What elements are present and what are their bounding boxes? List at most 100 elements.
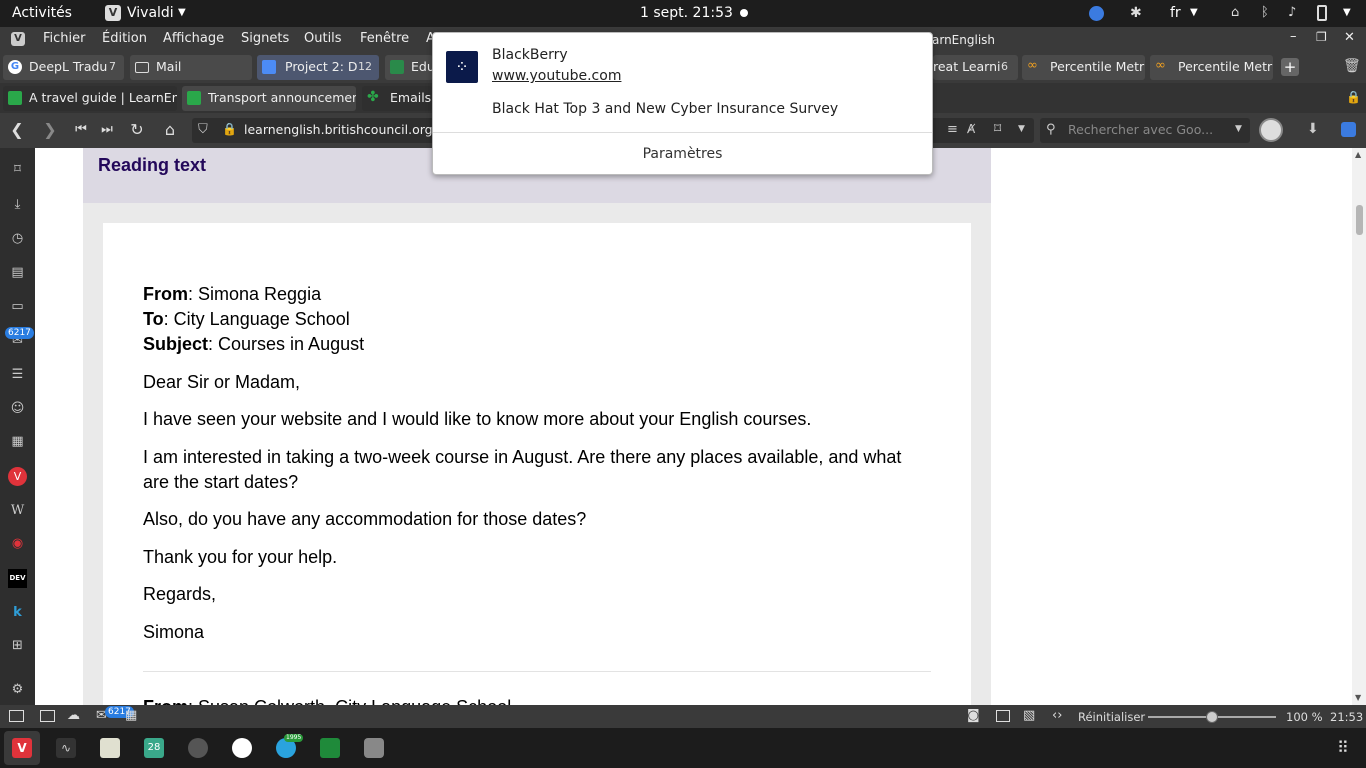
tab-label: Percentile Metric — [1050, 59, 1145, 74]
chevron-down-icon[interactable]: ▼ — [1235, 124, 1242, 134]
new-tab-button[interactable]: + — [1281, 58, 1299, 76]
dev-icon[interactable]: DEV — [8, 569, 27, 588]
window-icon[interactable] — [996, 710, 1010, 722]
translate-icon[interactable]: Ⱥ — [967, 122, 975, 136]
menu-edition[interactable]: Édition — [102, 31, 147, 46]
mail-icon — [135, 62, 149, 73]
tab-transport[interactable]: Transport announcements — [182, 86, 356, 111]
settings-gear-icon[interactable]: ⚙ — [8, 680, 27, 699]
menu-signets[interactable]: Signets — [241, 31, 289, 46]
lock-icon[interactable]: 🔒 — [222, 122, 237, 136]
tab-travel-guide[interactable]: A travel guide | LearnEnglis — [3, 86, 177, 111]
scroll-up-icon[interactable]: ▲ — [1355, 150, 1361, 159]
forward-icon[interactable]: ❯ — [41, 121, 59, 139]
clock-dock-icon[interactable] — [188, 738, 208, 758]
add-panel-icon[interactable]: ⊞ — [8, 636, 27, 655]
notification-popup[interactable]: ⁘ BlackBerry www.youtube.com Black Hat T… — [432, 32, 933, 175]
chevron-down-icon[interactable]: ▼ — [178, 7, 186, 18]
reload-icon[interactable]: ↻ — [128, 121, 146, 139]
menu-outils[interactable]: Outils — [304, 31, 342, 46]
mastodon-icon[interactable]: ◉ — [8, 534, 27, 553]
menu-fichier[interactable]: Fichier — [43, 31, 86, 46]
slack-dock-icon[interactable] — [232, 738, 252, 758]
panel-toggle-icon[interactable] — [9, 710, 24, 722]
download-icon[interactable]: ⬇ — [1307, 121, 1319, 137]
maximize-icon[interactable]: ❐ — [1316, 30, 1327, 44]
tab-deepl[interactable]: G DeepL Tradu 7 — [3, 55, 124, 80]
downloads-icon[interactable]: ⤓ — [8, 195, 27, 214]
volume-icon[interactable]: ♪ — [1288, 5, 1296, 20]
rewind-icon[interactable]: ⏮ — [72, 121, 90, 139]
window-panel-icon[interactable]: ▭ — [8, 297, 27, 316]
vivaldi-dock-icon[interactable]: V — [12, 738, 32, 758]
vivaldi-web-panel-icon[interactable]: V — [8, 467, 27, 486]
chevron-down-icon[interactable]: ▼ — [1018, 124, 1025, 134]
scroll-down-icon[interactable]: ▼ — [1355, 693, 1361, 702]
calendar-icon[interactable]: ▦ — [8, 432, 27, 451]
reader-view-icon[interactable]: ≡ — [947, 122, 958, 137]
search-icon[interactable]: ⚲ — [1046, 122, 1056, 137]
app-grid-icon[interactable]: ⠿ — [1337, 738, 1349, 757]
system-monitor-dock-icon[interactable]: ∿ — [56, 738, 76, 758]
tab-project2[interactable]: Project 2: D 12 — [257, 55, 379, 80]
home-icon[interactable]: ⌂ — [161, 121, 179, 139]
back-icon[interactable]: ❮ — [8, 121, 26, 139]
page-scrollbar[interactable]: ▲ ▼ — [1352, 148, 1366, 705]
profile-avatar[interactable] — [1259, 118, 1283, 142]
files-dock-icon[interactable] — [100, 738, 120, 758]
feeds-icon[interactable]: ☰ — [8, 365, 27, 384]
tab-great-learning[interactable]: reat Learni 6 — [933, 55, 1018, 80]
notification-source-link[interactable]: www.youtube.com — [492, 68, 621, 84]
menu-fenetre[interactable]: Fenêtre — [360, 31, 409, 46]
calendar-dock-icon[interactable]: 28 — [144, 738, 164, 758]
fast-forward-icon[interactable]: ⏭ — [98, 121, 116, 139]
minimize-icon[interactable]: – — [1290, 29, 1297, 44]
tab-emails[interactable]: ✤ Emails a — [362, 86, 432, 111]
bookmark-icon[interactable]: ⌑ — [994, 121, 1001, 137]
extension-icon[interactable] — [1341, 122, 1356, 137]
chevron-down-icon[interactable]: ▼ — [1343, 7, 1351, 18]
chrome-tray-icon[interactable] — [1089, 6, 1104, 21]
battery-icon[interactable] — [1317, 5, 1327, 21]
notification-settings-button[interactable]: Paramètres — [433, 146, 932, 162]
activities-button[interactable]: Activités — [12, 5, 72, 21]
trash-icon[interactable]: 🗑 — [1343, 58, 1361, 74]
app-menu-label[interactable]: Vivaldi — [127, 5, 174, 21]
tab-percentile-2[interactable]: ∞ Percentile Metric — [1150, 55, 1273, 80]
image-icon[interactable]: ▧ — [1023, 708, 1035, 723]
shield-icon[interactable]: ⛉ — [198, 122, 208, 137]
vivaldi-menu-icon[interactable]: V — [11, 32, 25, 46]
capture-icon[interactable]: ◙ — [967, 708, 980, 723]
telegram-badge: 1995 — [284, 734, 304, 742]
zoom-reset-button[interactable]: Réinitialiser — [1078, 710, 1145, 724]
network-icon[interactable]: ⌂ — [1231, 5, 1239, 20]
scroll-thumb[interactable] — [1356, 205, 1363, 235]
cloud-sync-icon[interactable]: ☁ — [67, 708, 80, 723]
tab-mail[interactable]: Mail — [130, 55, 252, 80]
url-text[interactable]: learnenglish.britishcouncil.org/s — [244, 122, 443, 137]
history-icon[interactable]: ◷ — [8, 229, 27, 248]
close-icon[interactable]: ✕ — [1344, 30, 1355, 45]
bluetooth-icon[interactable]: ᛒ — [1261, 5, 1269, 20]
search-field[interactable]: ⚲ Rechercher avec Goo... ▼ — [1040, 118, 1250, 143]
app-dock-icon[interactable] — [364, 738, 384, 758]
clock[interactable]: 1 sept. 21:53 — [640, 5, 733, 21]
menu-affichage[interactable]: Affichage — [163, 31, 224, 46]
zoom-slider-knob[interactable] — [1206, 711, 1218, 723]
language-indicator[interactable]: fr — [1170, 5, 1181, 21]
chevron-down-icon[interactable]: ▼ — [1190, 7, 1198, 18]
calendar-status-icon[interactable]: ▦ — [125, 708, 137, 723]
spreadsheet-dock-icon[interactable] — [320, 738, 340, 758]
k-icon[interactable]: k — [8, 603, 27, 622]
bookmarks-icon[interactable]: ⌑ — [8, 160, 27, 179]
wikipedia-icon[interactable]: W — [8, 501, 27, 520]
notes-icon[interactable]: ▤ — [8, 263, 27, 282]
slack-tray-icon[interactable]: ✱ — [1130, 5, 1142, 21]
tab-percentile-1[interactable]: ∞ Percentile Metric — [1022, 55, 1145, 80]
tab-tiling-icon[interactable] — [40, 710, 55, 722]
divider — [433, 132, 932, 133]
email-paragraph: Thank you for your help. — [143, 547, 338, 567]
tab-edu[interactable]: Edu — [385, 55, 433, 80]
contacts-icon[interactable]: ☺ — [8, 399, 27, 418]
code-icon[interactable]: ‹› — [1052, 708, 1062, 723]
